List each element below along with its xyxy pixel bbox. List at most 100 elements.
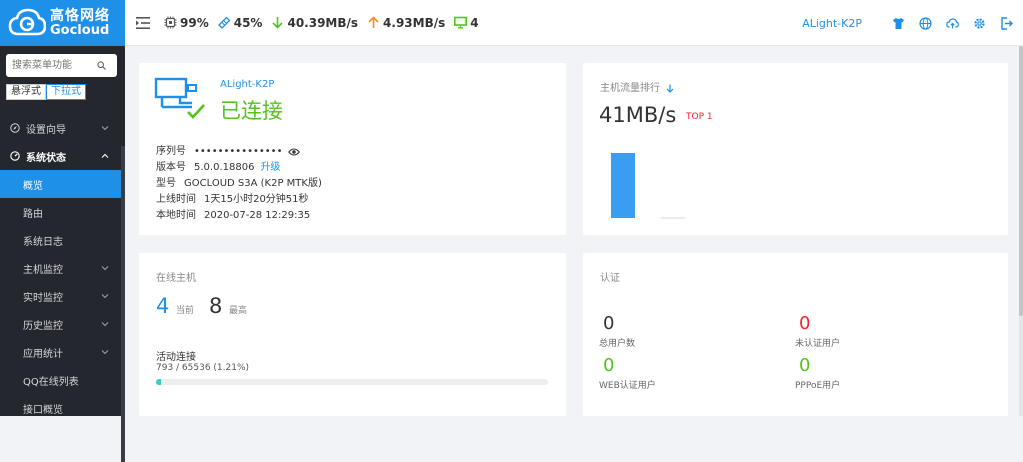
page-scrollbar-thumb[interactable] [1019, 46, 1023, 316]
monitor-icon [454, 16, 467, 29]
top-bar: 99% 45% 40.39MB/s 4.93MB/s 4 ALight-K2P [125, 0, 1023, 46]
device-name-link[interactable]: ALight-K2P [802, 17, 862, 30]
upload-stat: 4.93MB/s [367, 16, 445, 30]
serial-value: ••••••••••••••• [194, 144, 282, 160]
active-connections-label: 活动连接 [156, 348, 196, 363]
cloud-upload-icon[interactable] [946, 17, 959, 30]
page-scrollbar[interactable] [1019, 46, 1023, 416]
sidebar-item-system-status[interactable]: 系统状态 [0, 142, 121, 170]
online-hosts-title: 在线主机 [156, 269, 196, 284]
model-row: 型号 GOCLOUD S3A (K2P MTK版) [156, 176, 322, 192]
sort-down-arrow-icon [666, 84, 674, 93]
menu-search-box [6, 54, 117, 77]
mode-floating-button[interactable]: 悬浮式 [6, 84, 46, 100]
sidebar-item-label: 概览 [23, 177, 43, 192]
uptime-value: 1天15小时20分钟51秒 [204, 192, 309, 208]
top-traffic-value: 41MB/s [599, 103, 676, 127]
sidebar-item-routing[interactable]: 路由 [0, 198, 121, 226]
uptime-label: 上线时间 [156, 192, 196, 208]
sidebar-item-label: 设置向导 [26, 121, 66, 136]
traffic-rank-title-wrap[interactable]: 主机流量排行 [600, 79, 674, 94]
shirt-theme-icon[interactable] [892, 17, 905, 30]
chevron-down-icon [101, 292, 109, 300]
serial-label: 序列号 [156, 144, 186, 160]
cpu-icon [164, 16, 177, 29]
auth-unauth-label: 未认证用户 [795, 336, 840, 349]
globe-icon[interactable] [919, 17, 932, 30]
authentication-card: 认证 0 总用户数 0 未认证用户 0 WEB认证用户 0 PPPoE用户 [583, 253, 1008, 416]
online-hosts-card: 在线主机 4 当前 8 最高 活动连接 793 / 65536 (1.21%) [139, 253, 566, 416]
model-label: 型号 [156, 176, 176, 192]
sidebar-item-host-monitor[interactable]: 主机监控 [0, 254, 121, 282]
clients-stat: 4 [454, 16, 478, 30]
sidebar-item-label: 路由 [23, 205, 43, 220]
upload-value: 4.93MB/s [383, 16, 445, 30]
localtime-label: 本地时间 [156, 208, 196, 224]
search-icon[interactable] [97, 61, 106, 70]
sidebar-scrollbar[interactable] [121, 146, 125, 462]
serial-row: 序列号 ••••••••••••••• [156, 144, 322, 160]
version-label: 版本号 [156, 160, 186, 176]
download-stat: 40.39MB/s [271, 16, 358, 30]
top-right-tools: ALight-K2P [802, 0, 1013, 46]
traffic-bar-0 [611, 153, 635, 218]
auth-pppoe-label: PPPoE用户 [795, 378, 840, 391]
hosts-max-count: 8 [209, 294, 222, 318]
localtime-row: 本地时间 2020-07-28 12:29:35 [156, 208, 322, 224]
traffic-bar-chart [599, 138, 799, 223]
device-status-card: ALight-K2P 已连接 序列号 ••••••••••••••• 版本号 5… [139, 63, 566, 235]
mode-dropdown-button[interactable]: 下拉式 [46, 84, 86, 100]
upload-arrow-icon [367, 16, 380, 29]
sidebar-item-label: 主机监控 [23, 261, 63, 276]
menu-search-input[interactable] [6, 56, 94, 76]
compass-icon [10, 123, 20, 133]
sidebar-item-overview[interactable]: 概览 [0, 170, 121, 198]
sidebar-item-system-log[interactable]: 系统日志 [0, 226, 121, 254]
sidebar-item-realtime-monitor[interactable]: 实时监控 [0, 282, 121, 310]
sidebar-item-app-stats[interactable]: 应用统计 [0, 338, 121, 366]
version-value: 5.0.0.18806 [194, 160, 254, 176]
sidebar-item-label: QQ在线列表 [23, 373, 79, 388]
active-connections-value: 793 / 65536 (1.21%) [156, 363, 249, 373]
sidebar-item-label: 系统日志 [23, 233, 63, 248]
sidebar-item-qq-online[interactable]: QQ在线列表 [0, 366, 121, 394]
auth-total-label: 总用户数 [599, 336, 635, 349]
auth-web-count: 0 [603, 355, 614, 376]
chevron-down-icon [101, 264, 109, 272]
sidebar-item-setup-wizard[interactable]: 设置向导 [0, 114, 121, 142]
gear-icon[interactable] [973, 17, 986, 30]
brand-logo[interactable]: 高恪网络 Gocloud [0, 0, 125, 46]
cpu-stat: 99% [164, 16, 209, 30]
top-rank-badge: TOP 1 [686, 112, 713, 122]
hosts-max-label: 最高 [229, 303, 247, 316]
sidebar-item-label: 实时监控 [23, 289, 63, 304]
hosts-current-label: 当前 [176, 303, 194, 316]
active-connections-progress-fill [156, 379, 161, 385]
auth-title: 认证 [600, 269, 620, 284]
sidebar-item-interface-overview[interactable]: 接口概览 [0, 394, 121, 422]
chevron-up-icon [101, 152, 109, 160]
traffic-rank-card: 主机流量排行 41MB/s TOP 1 [583, 63, 1008, 235]
chevron-down-icon [101, 320, 109, 328]
active-connections-progress [156, 379, 548, 385]
sidebar-item-history-monitor[interactable]: 历史监控 [0, 310, 121, 338]
sidebar-item-label: 系统状态 [26, 149, 66, 164]
cpu-value: 99% [180, 16, 209, 30]
sidebar: 悬浮式 下拉式 设置向导 系统状态 概览 路由 系统日志 [0, 46, 125, 416]
eye-icon[interactable] [288, 147, 300, 157]
sidebar-item-label: 接口概览 [23, 401, 63, 416]
download-arrow-icon [271, 16, 284, 29]
chevron-down-icon [101, 348, 109, 356]
menu-toggle-icon[interactable] [136, 17, 150, 29]
device-info-list: 序列号 ••••••••••••••• 版本号 5.0.0.18806 升级 型… [156, 144, 322, 224]
hosts-current-count[interactable]: 4 [156, 294, 169, 318]
sidebar-item-label: 历史监控 [23, 317, 63, 332]
brand-name-cn: 高恪网络 [50, 9, 110, 24]
auth-web-label: WEB认证用户 [599, 378, 656, 391]
auth-total-count: 0 [603, 313, 614, 334]
uptime-row: 上线时间 1天15小时20分钟51秒 [156, 192, 322, 208]
logout-icon[interactable] [1000, 17, 1013, 30]
clients-value: 4 [470, 16, 478, 30]
upgrade-link[interactable]: 升级 [260, 160, 280, 176]
menu-mode-toggle: 悬浮式 下拉式 [6, 84, 86, 100]
